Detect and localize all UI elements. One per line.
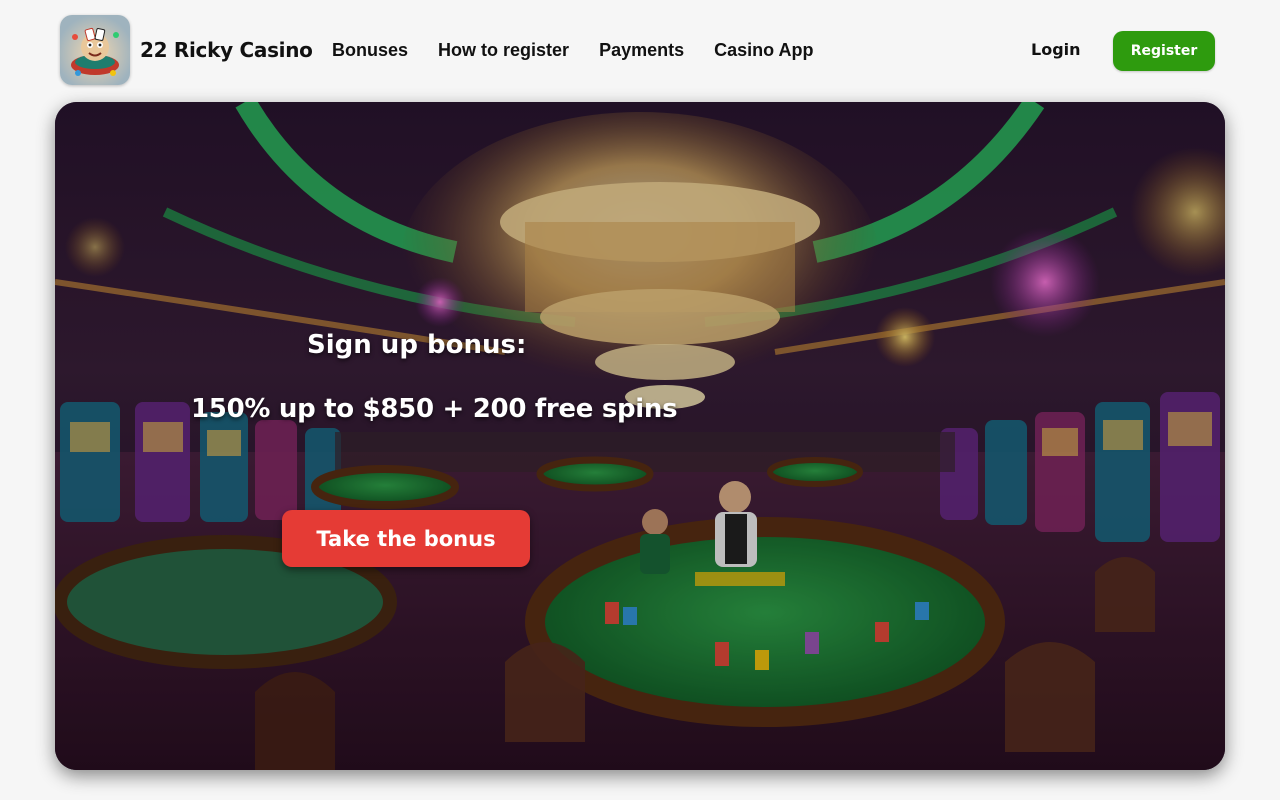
hero-title: Sign up bonus: [307,330,527,360]
hero-overlay [55,102,1225,770]
site-header: 22 Ricky Casino Bonuses How to register … [0,0,1280,100]
nav-bonuses[interactable]: Bonuses [332,40,408,61]
casino-logo[interactable] [60,15,130,85]
mascot-logo-icon [60,15,130,85]
nav-payments[interactable]: Payments [599,40,684,61]
nav-casino-app[interactable]: Casino App [714,40,813,61]
register-button[interactable]: Register [1113,31,1215,71]
hero-offer: 150% up to $850 + 200 free spins [191,394,678,424]
main-nav: Bonuses How to register Payments Casino … [332,40,813,61]
login-link[interactable]: Login [1031,40,1081,59]
take-bonus-button[interactable]: Take the bonus [282,510,530,567]
nav-how-to-register[interactable]: How to register [438,40,569,61]
hero-banner: Sign up bonus: 150% up to $850 + 200 fre… [55,102,1225,770]
brand-name[interactable]: 22 Ricky Casino [140,38,313,62]
